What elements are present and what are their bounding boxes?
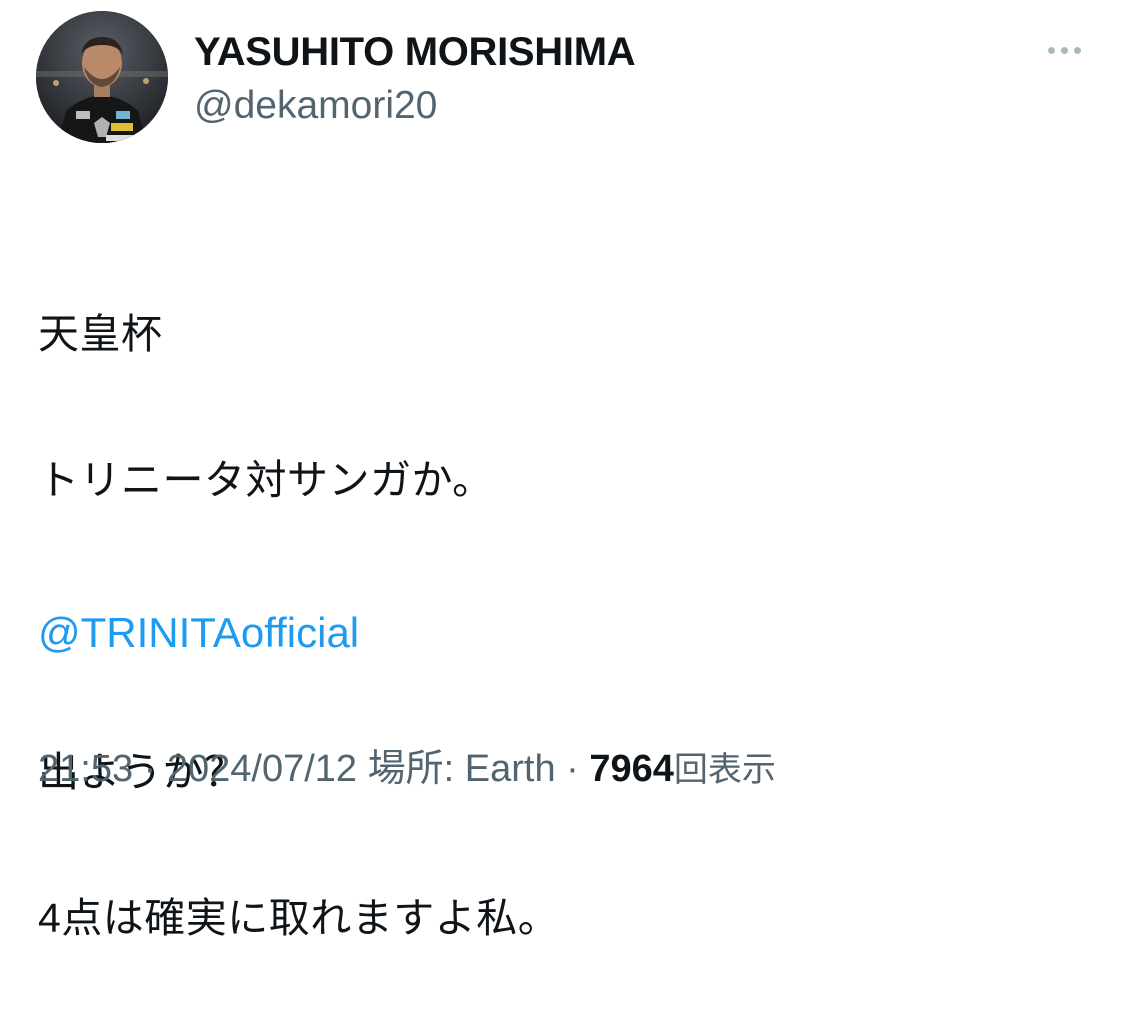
views-label[interactable]: 回表示 xyxy=(674,751,776,789)
views-count[interactable]: 7964 xyxy=(589,748,674,790)
meta-separator: · xyxy=(566,748,579,790)
tweet-line: 4点は確実に取れますよ私。 xyxy=(38,895,560,941)
tweet-line: 天皇杯 xyxy=(38,311,163,357)
mention-link[interactable]: @TRINITAofficial xyxy=(38,596,359,669)
more-dot xyxy=(1060,46,1068,54)
meta-separator: · xyxy=(143,748,157,790)
avatar-photo xyxy=(36,11,168,143)
avatar[interactable] xyxy=(36,11,168,143)
location-label: 場所: xyxy=(367,748,455,790)
tweet-card: YASUHITO MORISHIMA @dekamori20 天皇杯 トリニータ… xyxy=(0,0,1125,941)
tweet-date[interactable]: 2024/07/12 xyxy=(167,748,357,790)
more-dot xyxy=(1073,46,1081,54)
tweet-time[interactable]: 21:53 xyxy=(38,748,133,790)
tweet-line: トリニータ対サンガか。 xyxy=(38,457,494,503)
location-value: Earth xyxy=(464,748,556,790)
tweet-meta: 21:53 · 2024/07/12 場所: Earth · 7964回表示 xyxy=(38,743,776,796)
more-horizontal-icon[interactable] xyxy=(1034,34,1094,66)
author-name[interactable]: YASUHITO MORISHIMA xyxy=(194,28,636,76)
more-dot xyxy=(1047,46,1055,54)
author-handle[interactable]: @dekamori20 xyxy=(194,83,437,129)
